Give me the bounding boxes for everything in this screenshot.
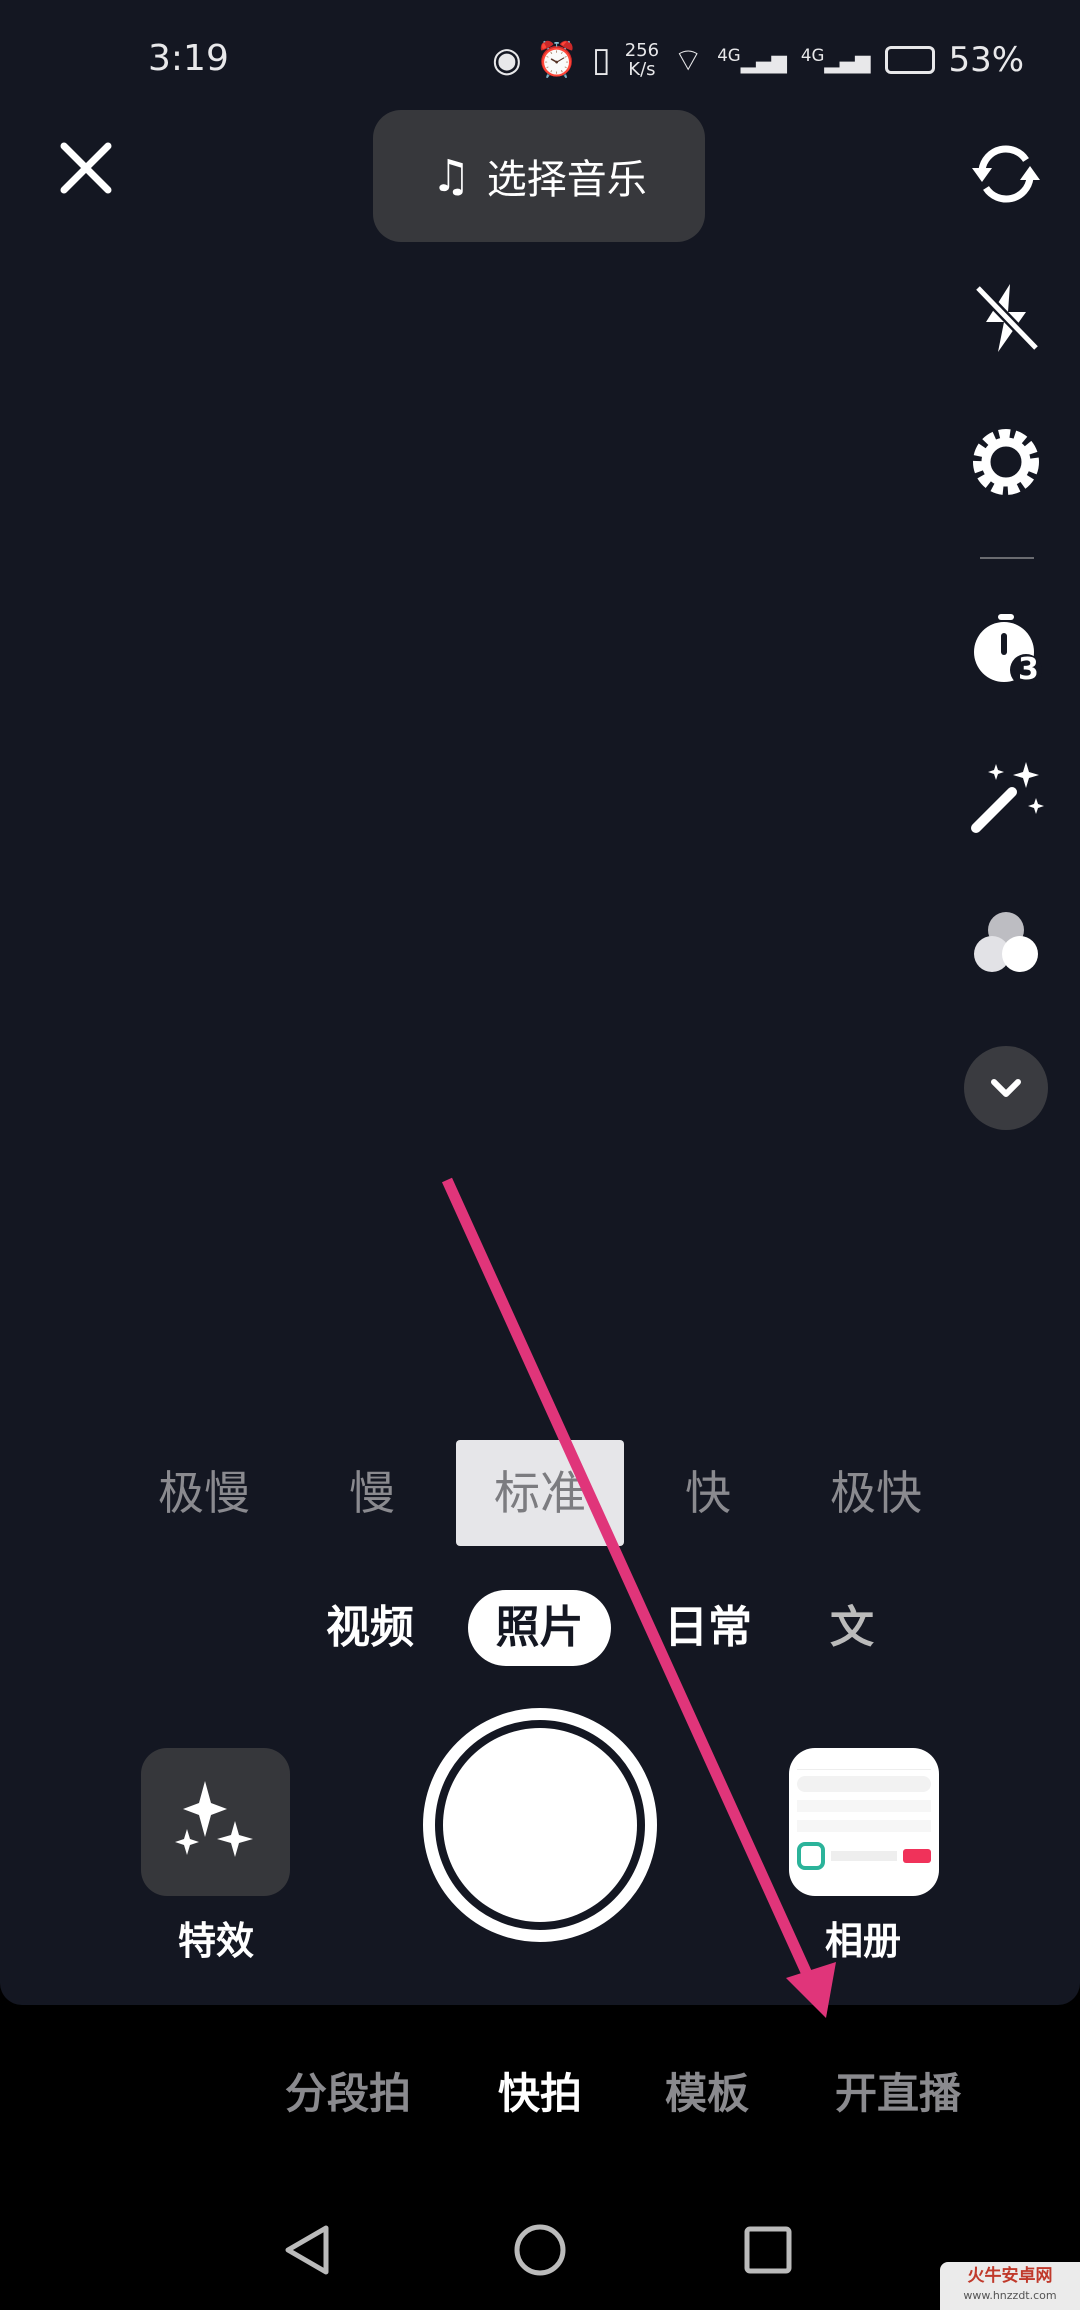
watermark-logo: 火牛安卓网 www.hnzzdt.com [940, 2262, 1080, 2310]
annotation-arrow [441, 1177, 836, 2018]
arrow-shaft [441, 1177, 818, 1988]
arrow-head [786, 1962, 836, 2018]
